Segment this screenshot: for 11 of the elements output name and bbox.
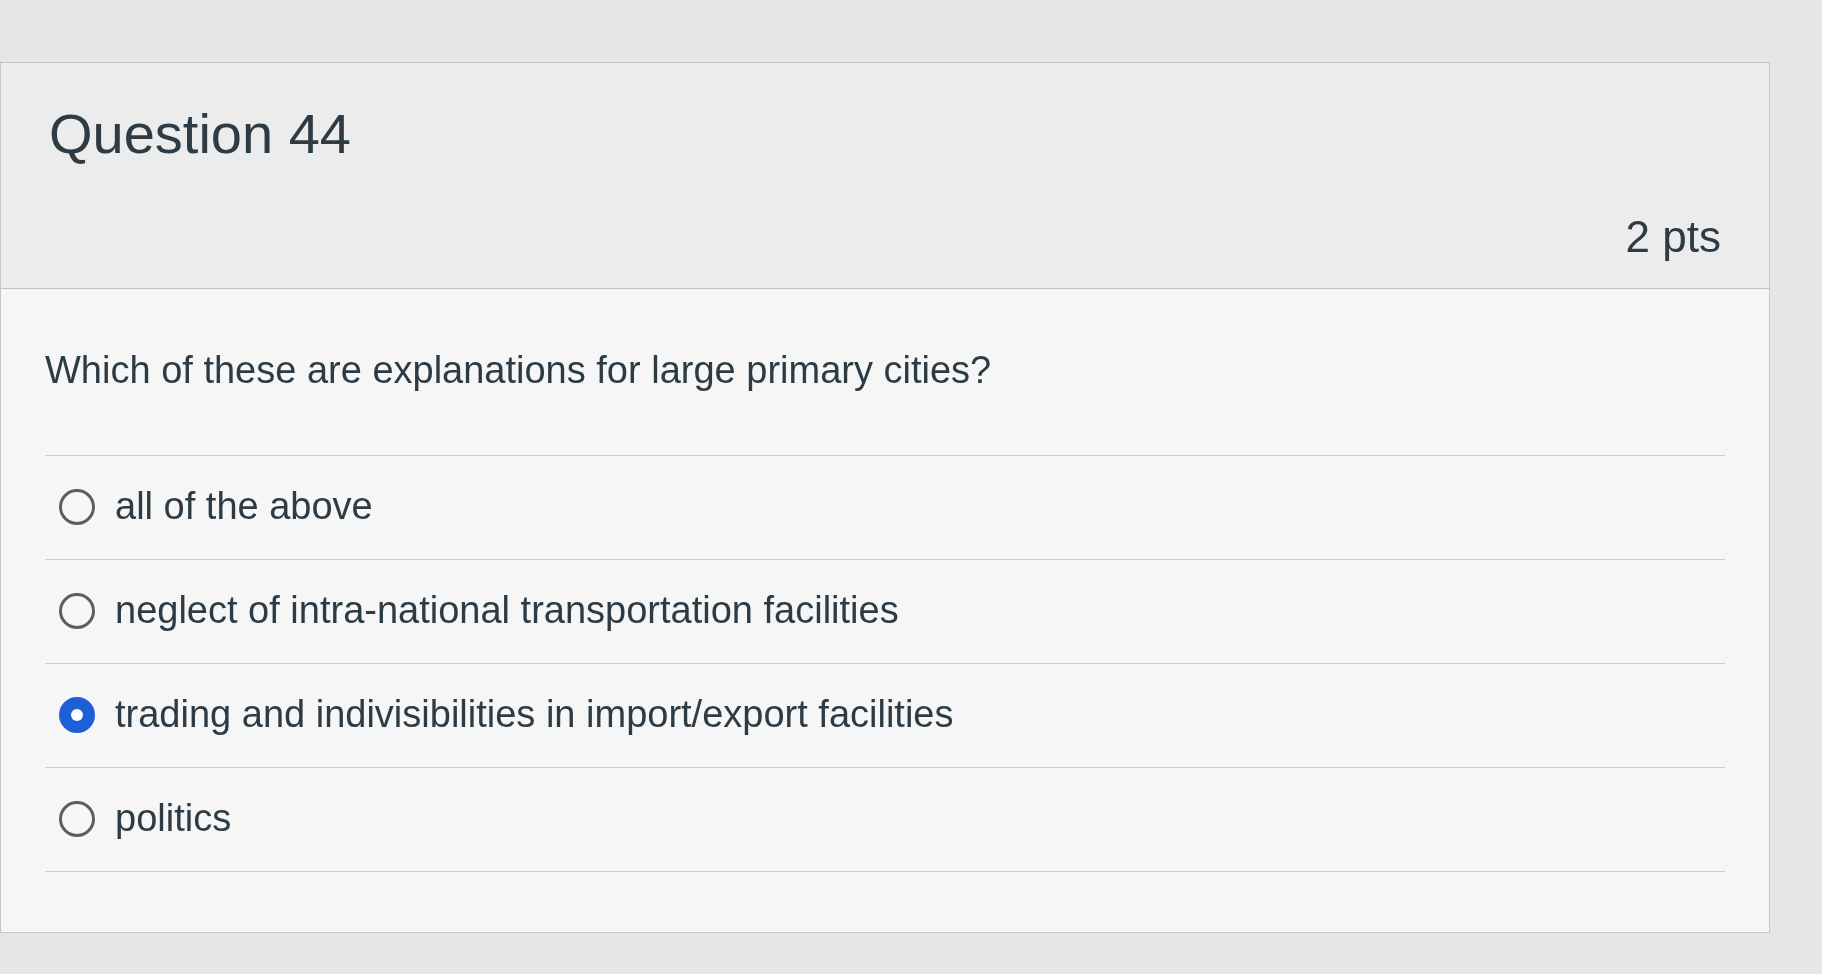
option-label: neglect of intra-national transportation facilities bbox=[115, 588, 899, 634]
radio-button[interactable] bbox=[59, 593, 95, 629]
radio-button[interactable] bbox=[59, 801, 95, 837]
option-label: all of the above bbox=[115, 484, 373, 530]
points-label: 2 pts bbox=[1625, 211, 1721, 263]
option-label: politics bbox=[115, 796, 232, 842]
question-text: Which of these are explanations for large primary cities? bbox=[45, 348, 993, 393]
radio-button[interactable] bbox=[59, 489, 95, 525]
radio-button[interactable] bbox=[59, 697, 95, 733]
question-title: Question 44 bbox=[49, 101, 351, 167]
option-label: trading and indivisibilities in import/export facilities bbox=[115, 692, 954, 738]
